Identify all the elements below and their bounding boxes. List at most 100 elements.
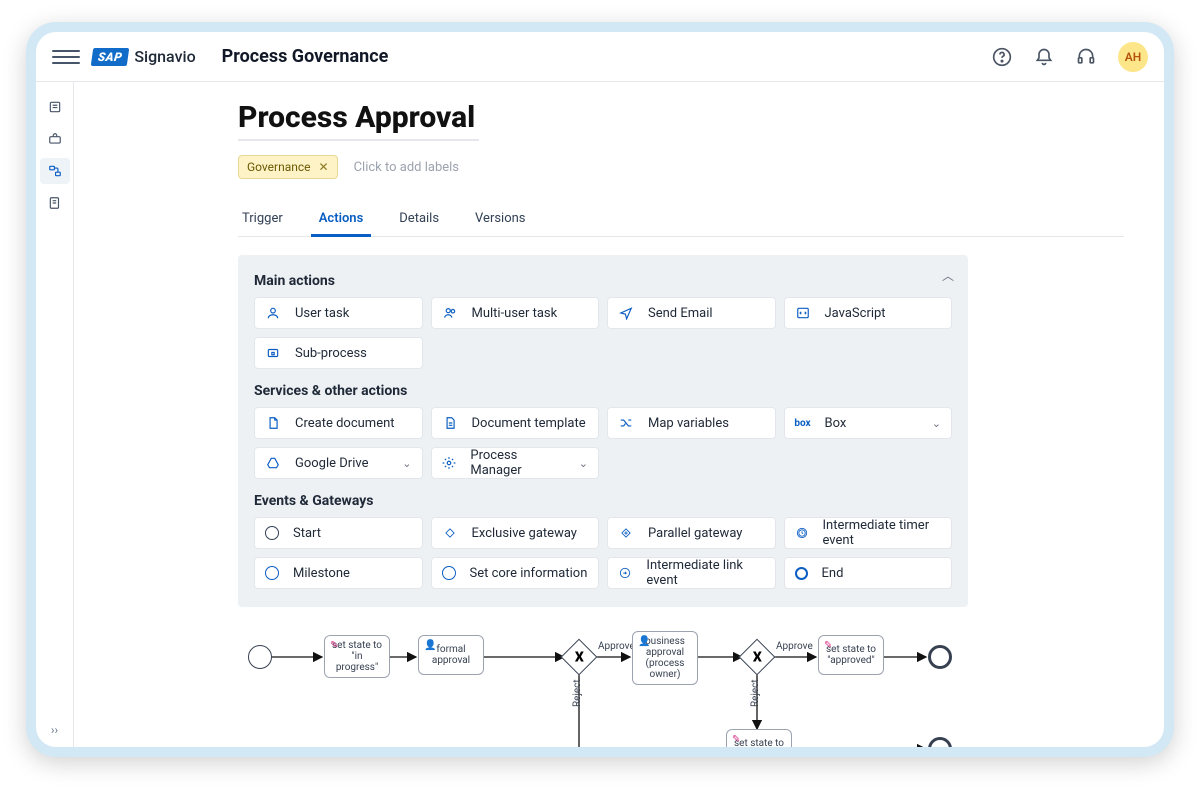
rail-item-tasks[interactable] (40, 94, 70, 120)
rail-item-reports[interactable] (40, 190, 70, 216)
topbar: SAP Signavio Process Governance AH (36, 32, 1164, 82)
action-set-core-info[interactable]: Set core information (431, 557, 600, 589)
action-end[interactable]: End (784, 557, 953, 589)
signavio-logo: Signavio (134, 47, 195, 66)
tag-governance[interactable]: Governance ✕ (238, 155, 338, 179)
menu-button[interactable] (52, 43, 80, 71)
group-services-title: Services & other actions (254, 383, 952, 399)
action-box[interactable]: box Box ⌄ (784, 407, 953, 439)
script-icon: ✎ (330, 640, 338, 651)
action-label: Map variables (648, 416, 729, 431)
left-rail: ›› (36, 82, 74, 747)
action-label: User task (295, 306, 349, 321)
script-icon: ✎ (824, 640, 832, 651)
brand: SAP Signavio (92, 47, 196, 66)
action-label: Multi-user task (472, 306, 558, 321)
headset-icon[interactable] (1076, 47, 1096, 67)
app-title: Process Governance (222, 46, 389, 67)
action-document-template[interactable]: Document template (431, 407, 600, 439)
parallel-gateway-icon (618, 525, 634, 541)
action-send-email[interactable]: Send Email (607, 297, 776, 329)
file-icon (265, 415, 281, 431)
action-label: Sub-process (295, 346, 367, 361)
notification-icon[interactable] (1034, 47, 1054, 67)
end-icon (795, 567, 808, 580)
drive-icon (265, 455, 281, 471)
action-process-manager[interactable]: Process Manager ⌄ (431, 447, 600, 479)
bpmn-task-set-in-progress[interactable]: ✎ set state to "in progress" (324, 635, 390, 678)
tab-actions[interactable]: Actions (315, 203, 368, 236)
action-label: Milestone (293, 566, 350, 581)
action-label: Create document (295, 416, 395, 431)
tag-label: Governance (247, 160, 311, 174)
action-multi-user-task[interactable]: Multi-user task (431, 297, 600, 329)
action-create-document[interactable]: Create document (254, 407, 423, 439)
bpmn-start[interactable] (248, 645, 272, 669)
action-milestone[interactable]: Milestone (254, 557, 423, 589)
tab-trigger[interactable]: Trigger (238, 203, 287, 236)
avatar[interactable]: AH (1118, 42, 1148, 72)
bpmn-task-business-approval[interactable]: 👤 business approval (process owner) (632, 631, 698, 685)
action-label: Send Email (648, 306, 713, 321)
rail-item-processes[interactable] (40, 158, 70, 184)
edge-label-approve: Approve (598, 641, 635, 652)
action-google-drive[interactable]: Google Drive ⌄ (254, 447, 423, 479)
action-label: Set core information (470, 566, 588, 581)
tabs: Trigger Actions Details Versions (238, 203, 1124, 237)
chevron-down-icon: ⌄ (579, 457, 588, 470)
action-exclusive-gateway[interactable]: Exclusive gateway (431, 517, 600, 549)
node-label: set state to "in progress" (331, 640, 383, 673)
actions-panel: ︿ Main actions User task Multi-user task (238, 255, 968, 607)
action-javascript[interactable]: JavaScript (784, 297, 953, 329)
milestone-icon (265, 566, 279, 580)
group-events-title: Events & Gateways (254, 493, 952, 509)
users-icon (442, 305, 458, 321)
action-label: Process Manager (470, 448, 564, 478)
box-icon: box (795, 415, 811, 431)
action-label: Intermediate link event (646, 558, 764, 588)
tag-remove-icon[interactable]: ✕ (319, 160, 329, 174)
action-label: Exclusive gateway (472, 526, 577, 541)
action-label: Parallel gateway (648, 526, 742, 541)
gateway-icon (442, 525, 458, 541)
bpmn-end-1[interactable] (928, 645, 952, 669)
chevron-down-icon: ⌄ (402, 457, 411, 470)
action-label: JavaScript (825, 306, 886, 321)
rail-item-cases[interactable] (40, 126, 70, 152)
chevron-down-icon: ⌄ (932, 417, 941, 430)
action-label: Start (293, 526, 321, 541)
tab-details[interactable]: Details (395, 203, 443, 236)
action-label: Box (825, 416, 847, 431)
action-map-variables[interactable]: Map variables (607, 407, 776, 439)
action-user-task[interactable]: User task (254, 297, 423, 329)
tab-versions[interactable]: Versions (471, 203, 529, 236)
action-intermediate-timer[interactable]: Intermediate timer event (784, 517, 953, 549)
action-label: Google Drive (295, 456, 368, 471)
node-label: set state to "rejected" (733, 738, 785, 747)
action-sub-process[interactable]: Sub-process (254, 337, 423, 369)
bpmn-task-set-approved[interactable]: ✎ set state to "approved" (818, 635, 884, 675)
action-intermediate-link[interactable]: Intermediate link event (607, 557, 776, 589)
node-label: set state to "approved" (825, 644, 877, 666)
user-icon (265, 305, 281, 321)
gear-icon (442, 455, 457, 471)
add-label-input[interactable]: Click to add labels (354, 160, 459, 175)
template-icon (442, 415, 458, 431)
action-label: End (822, 566, 844, 581)
bpmn-diagram[interactable]: ✎ set state to "in progress" 👤 formal ap… (238, 629, 968, 747)
rail-expand[interactable]: ›› (51, 723, 58, 737)
user-icon: 👤 (638, 636, 650, 647)
bpmn-task-set-rejected[interactable]: ✎ set state to "rejected" (726, 729, 792, 747)
collapse-icon[interactable]: ︿ (942, 267, 954, 284)
action-parallel-gateway[interactable]: Parallel gateway (607, 517, 776, 549)
action-label: Intermediate timer event (823, 518, 942, 548)
action-start[interactable]: Start (254, 517, 423, 549)
bpmn-task-formal-approval[interactable]: 👤 formal approval (418, 635, 484, 675)
page-title: Process Approval (238, 100, 479, 141)
start-icon (265, 526, 279, 540)
action-label: Document template (472, 416, 586, 431)
edge-label-approve-2: Approve (776, 641, 813, 652)
shuffle-icon (618, 415, 634, 431)
help-icon[interactable] (992, 47, 1012, 67)
user-icon: 👤 (424, 640, 436, 651)
